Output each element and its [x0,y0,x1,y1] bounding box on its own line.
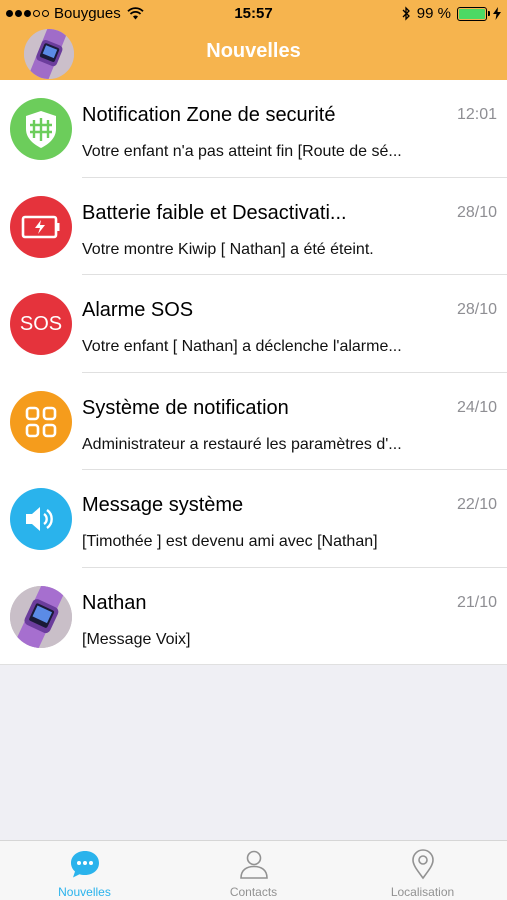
message-title: Message système [82,494,244,516]
list-item[interactable]: Notification Zone de securité 12:01 Votr… [0,80,507,178]
message-preview: Votre montre Kiwip [ Nathan] a été étein… [82,240,374,258]
tab-bar: Nouvelles Contacts Localisation [0,840,507,900]
message-title: Système de notification [82,396,289,419]
bluetooth-icon [402,6,410,21]
message-title: Alarme SOS [82,299,194,321]
tab-localisation[interactable]: Localisation [338,841,507,900]
message-preview: Votre enfant [ Nathan] a déclenche l'ala… [82,338,402,355]
battery-icon [457,6,490,21]
speaker-icon [10,488,72,550]
status-bar: Bouygues 15:57 99 % [0,0,507,28]
page-title: Nouvelles [206,40,301,62]
battery-level [459,8,485,19]
list-item[interactable]: SOS Alarme SOS 28/10 Votre enfant [ Nath… [0,275,507,373]
header: Bouygues 15:57 99 % Nouvelles [0,0,507,80]
message-list: Notification Zone de securité 12:01 Votr… [0,80,507,665]
list-item[interactable]: Message système 22/10 [Timothée ] est de… [0,470,507,568]
low-battery-icon [10,195,72,258]
list-item[interactable]: Nathan 21/10 [Message Voix] [0,568,507,665]
status-right: 99 % [402,5,501,22]
message-time: 22/10 [456,496,497,513]
tab-label: Contacts [229,885,278,899]
grid-icon [10,390,72,453]
message-title: Notification Zone de securité [82,104,336,126]
message-time: 28/10 [456,301,497,318]
message-preview: Administrateur a restauré les paramètres… [82,435,402,453]
contact-avatar [10,585,72,648]
charging-icon [493,7,501,20]
message-time: 21/10 [456,593,497,611]
list-item[interactable]: Batterie faible et Desactivati... 28/10 … [0,178,507,275]
shield-fence-icon [10,98,72,160]
message-preview: [Message Voix] [82,630,191,648]
sos-icon: SOS [10,293,72,355]
chat-bubble-icon [70,851,99,878]
list-item[interactable]: Système de notification 24/10 Administra… [0,373,507,470]
message-time: 28/10 [456,203,497,221]
tab-label: Localisation [390,885,455,899]
message-preview: Votre enfant n'a pas atteint fin [Route … [82,143,402,160]
person-icon [239,850,268,879]
message-title: Batterie faible et Desactivati... [82,201,347,224]
tab-label: Nouvelles [58,885,111,899]
message-title: Nathan [82,591,147,614]
divider [0,664,507,665]
location-pin-icon [411,849,434,880]
sos-icon-text: SOS [19,312,63,335]
battery-percent: 99 % [416,5,451,22]
message-time: 24/10 [456,398,497,416]
tab-contacts[interactable]: Contacts [169,841,338,900]
message-preview: [Timothée ] est devenu ami avec [Nathan] [82,533,378,550]
message-time: 12:01 [456,106,497,123]
tab-nouvelles[interactable]: Nouvelles [0,841,169,900]
